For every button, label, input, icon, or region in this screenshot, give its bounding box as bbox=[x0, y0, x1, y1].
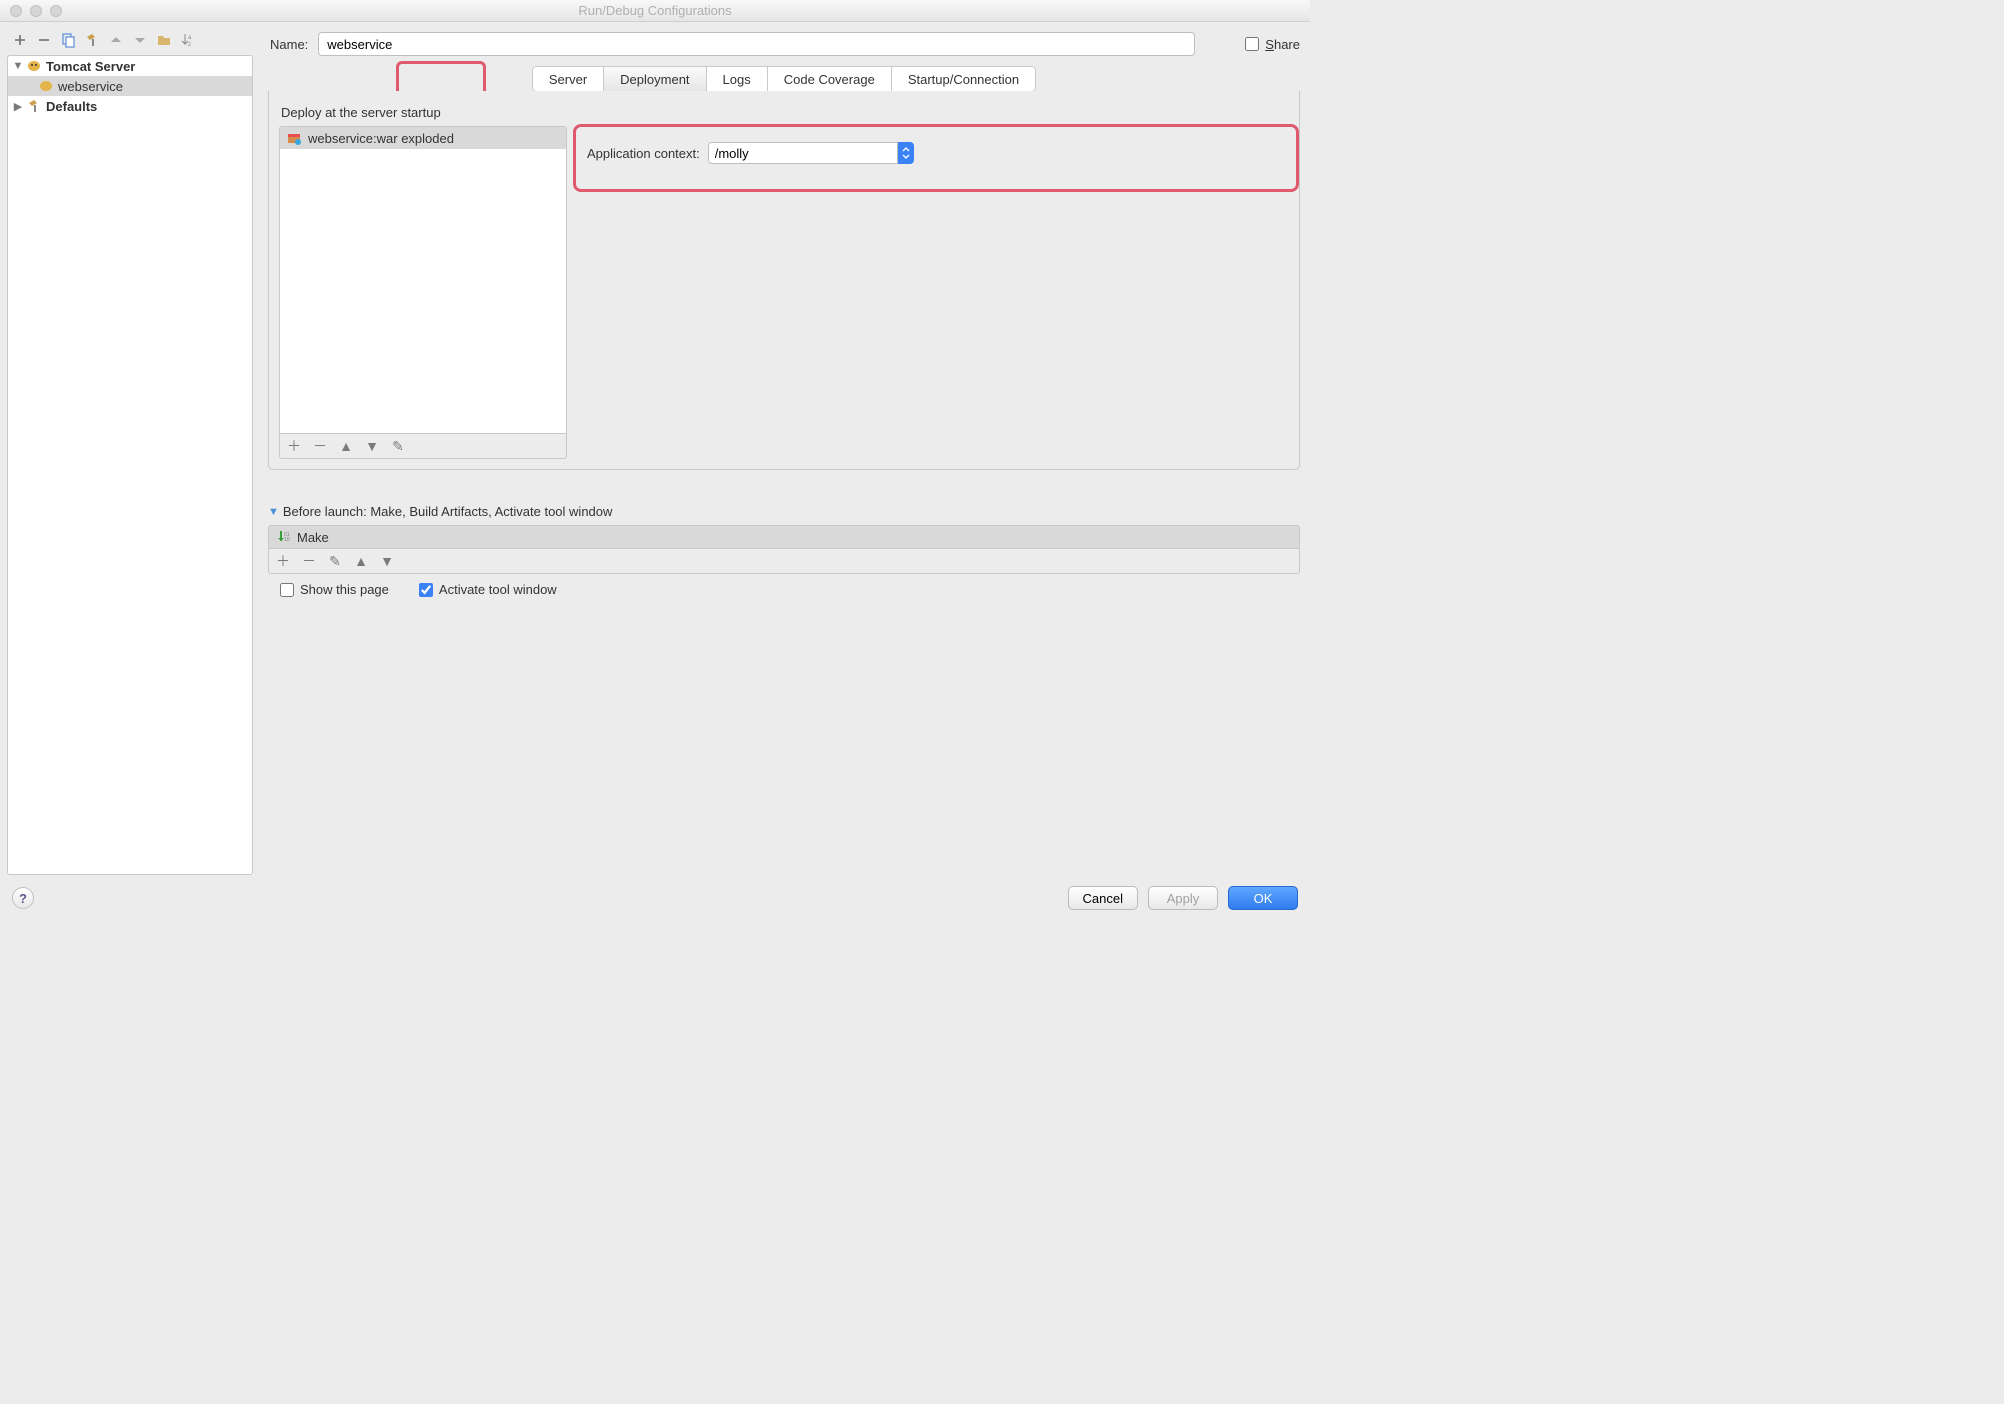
before-launch-item[interactable]: 0110 Make bbox=[269, 526, 1299, 548]
edit-artifact-button[interactable]: ✎ bbox=[390, 438, 406, 454]
show-this-page-input[interactable] bbox=[280, 583, 294, 597]
tree-node-tomcat-server[interactable]: ▼ Tomcat Server bbox=[8, 56, 252, 76]
folder-button[interactable] bbox=[155, 31, 173, 49]
ok-button[interactable]: OK bbox=[1228, 886, 1298, 910]
svg-text:a: a bbox=[188, 35, 192, 41]
expand-arrow-icon: ▼ bbox=[12, 60, 24, 72]
help-button[interactable]: ? bbox=[12, 887, 34, 909]
share-label: hare bbox=[1274, 37, 1300, 52]
tab-server[interactable]: Server bbox=[533, 67, 604, 91]
remove-task-button[interactable]: － bbox=[301, 553, 317, 569]
copy-config-button[interactable] bbox=[59, 31, 77, 49]
activate-label: Activate tool window bbox=[439, 582, 557, 597]
before-launch-header[interactable]: ▼ Before launch: Make, Build Artifacts, … bbox=[268, 504, 1300, 519]
activate-tool-window-input[interactable] bbox=[419, 583, 433, 597]
tomcat-local-icon bbox=[38, 78, 54, 94]
settings-button[interactable] bbox=[83, 31, 101, 49]
artifact-icon bbox=[286, 130, 302, 146]
move-artifact-up-button[interactable]: ▲ bbox=[338, 438, 354, 454]
sidebar-toolbar: az bbox=[7, 27, 253, 55]
add-task-button[interactable]: ＋ bbox=[275, 553, 291, 569]
tree-node-label: Defaults bbox=[46, 99, 97, 114]
window-title: Run/Debug Configurations bbox=[0, 3, 1310, 18]
move-artifact-down-button[interactable]: ▼ bbox=[364, 438, 380, 454]
app-context-field[interactable] bbox=[708, 142, 914, 164]
edit-task-button[interactable]: ✎ bbox=[327, 553, 343, 569]
tree-node-defaults[interactable]: ▶ Defaults bbox=[8, 96, 252, 116]
artifact-item[interactable]: webservice:war exploded bbox=[280, 127, 566, 149]
make-icon: 0110 bbox=[275, 529, 291, 545]
tabbar: Server Deployment Logs Code Coverage Sta… bbox=[532, 66, 1036, 92]
deploy-section-title: Deploy at the server startup bbox=[281, 105, 1289, 120]
tab-code-coverage[interactable]: Code Coverage bbox=[768, 67, 892, 91]
tomcat-icon bbox=[26, 58, 42, 74]
artifact-list[interactable]: webservice:war exploded bbox=[279, 126, 567, 434]
share-checkbox-input[interactable] bbox=[1245, 37, 1259, 51]
config-name-input[interactable] bbox=[318, 32, 1195, 56]
move-task-down-button[interactable]: ▼ bbox=[379, 553, 395, 569]
collapse-arrow-icon: ▼ bbox=[268, 506, 279, 518]
before-launch-title: Before launch: Make, Build Artifacts, Ac… bbox=[283, 504, 613, 519]
svg-text:z: z bbox=[188, 42, 191, 48]
name-label: Name: bbox=[268, 37, 308, 52]
remove-artifact-button[interactable]: － bbox=[312, 438, 328, 454]
add-artifact-button[interactable]: ＋ bbox=[286, 438, 302, 454]
artifact-name: webservice:war exploded bbox=[308, 131, 454, 146]
tree-node-label: webservice bbox=[58, 79, 123, 94]
add-config-button[interactable] bbox=[11, 31, 29, 49]
move-up-button[interactable] bbox=[107, 31, 125, 49]
wrench-icon bbox=[26, 98, 42, 114]
before-launch-toolbar: ＋ － ✎ ▲ ▼ bbox=[268, 549, 1300, 574]
remove-config-button[interactable] bbox=[35, 31, 53, 49]
before-launch-item-label: Make bbox=[297, 530, 329, 545]
move-down-button[interactable] bbox=[131, 31, 149, 49]
config-tree[interactable]: ▼ Tomcat Server webservice ▶ bbox=[7, 55, 253, 875]
tree-node-webservice[interactable]: webservice bbox=[8, 76, 252, 96]
tab-logs[interactable]: Logs bbox=[707, 67, 768, 91]
move-task-up-button[interactable]: ▲ bbox=[353, 553, 369, 569]
app-context-input[interactable] bbox=[708, 142, 898, 164]
artifact-toolbar: ＋ － ▲ ▼ ✎ bbox=[279, 434, 567, 459]
sort-button[interactable]: az bbox=[179, 31, 197, 49]
show-page-label: Show this page bbox=[300, 582, 389, 597]
before-launch-list[interactable]: 0110 Make bbox=[268, 525, 1300, 549]
show-this-page-checkbox[interactable]: Show this page bbox=[280, 582, 389, 597]
stepper-icon[interactable] bbox=[898, 142, 914, 164]
collapse-arrow-icon: ▶ bbox=[12, 100, 24, 113]
cancel-button[interactable]: Cancel bbox=[1068, 886, 1138, 910]
titlebar: Run/Debug Configurations bbox=[0, 0, 1310, 22]
app-context-label: Application context: bbox=[587, 146, 700, 161]
activate-tool-window-checkbox[interactable]: Activate tool window bbox=[419, 582, 557, 597]
apply-button[interactable]: Apply bbox=[1148, 886, 1218, 910]
share-checkbox[interactable]: Share bbox=[1245, 37, 1300, 52]
tab-deployment[interactable]: Deployment bbox=[604, 67, 706, 91]
svg-text:10: 10 bbox=[284, 537, 290, 543]
tree-node-label: Tomcat Server bbox=[46, 59, 135, 74]
tab-startup-connection[interactable]: Startup/Connection bbox=[892, 67, 1035, 91]
